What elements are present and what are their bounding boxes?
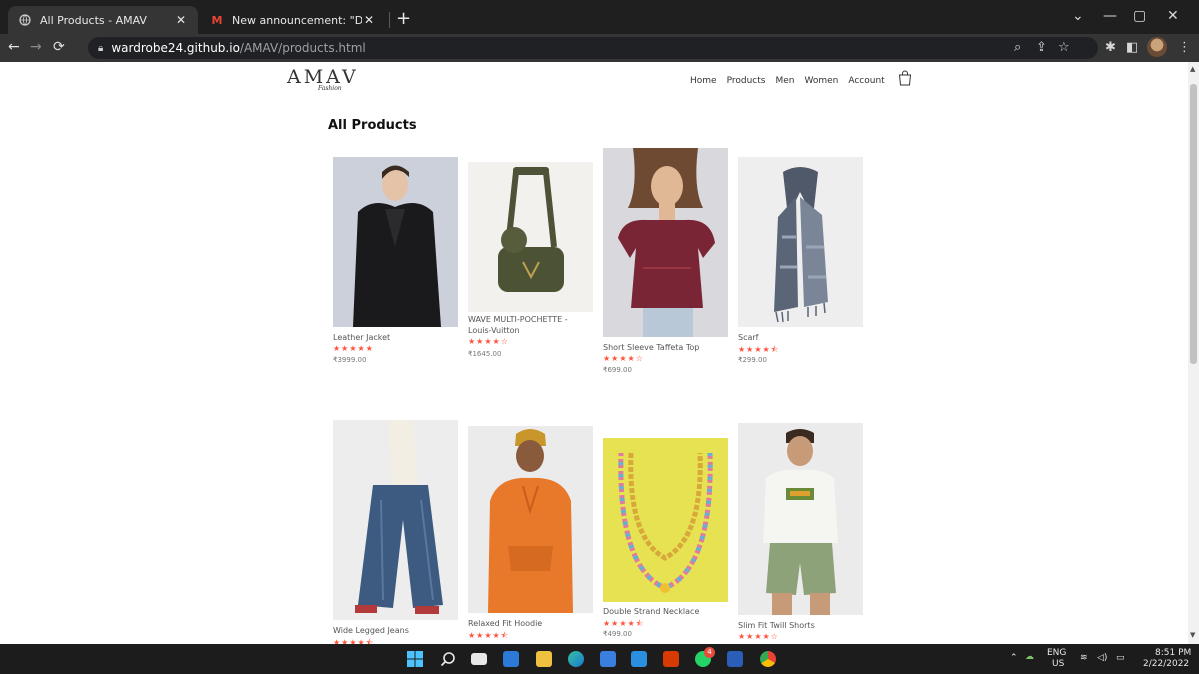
nav-men[interactable]: Men	[775, 76, 794, 86]
site-nav: Home Products Men Women Account	[690, 76, 885, 86]
product-name[interactable]: Wide Legged Jeans	[333, 625, 409, 636]
cloud-icon[interactable]: ☁	[1025, 653, 1034, 662]
site-logo-subtitle: Fashion	[318, 85, 342, 92]
clock-time[interactable]: 8:51 PM	[1155, 649, 1191, 658]
nav-products[interactable]: Products	[727, 76, 766, 86]
address-bar[interactable]: 🔒︎ wardrobe24.github.io/AMAV/products.ht…	[88, 37, 1098, 59]
wifi-icon[interactable]: ≋	[1080, 654, 1088, 663]
profile-avatar[interactable]	[1147, 37, 1167, 57]
language-code[interactable]: ENG	[1047, 649, 1066, 658]
product-name-line2[interactable]: Louis-Vuitton	[468, 325, 520, 336]
windows-start-icon[interactable]	[407, 651, 423, 667]
product-name[interactable]: Slim Fit Twill Shorts	[738, 620, 815, 631]
whatsapp-badge: 4	[704, 647, 715, 658]
product-image[interactable]	[738, 423, 863, 615]
file-explorer-icon[interactable]	[536, 651, 552, 667]
close-window-button[interactable]: ✕	[1167, 8, 1179, 24]
bookmark-star-icon[interactable]: ☆	[1058, 40, 1070, 55]
product-name[interactable]: Leather Jacket	[333, 332, 390, 343]
product-image[interactable]	[738, 157, 863, 327]
mail-icon[interactable]	[631, 651, 647, 667]
rating-stars: ★★★★☆	[738, 632, 779, 641]
rating-stars: ★★★★☆	[468, 337, 509, 346]
product-price: ₹699.00	[603, 366, 632, 374]
new-tab-button[interactable]: +	[396, 8, 411, 29]
tray-chevron-icon[interactable]: ⌃	[1010, 654, 1018, 663]
clock-date[interactable]: 2/22/2022	[1143, 660, 1189, 669]
back-arrow-icon[interactable]: ←	[8, 39, 20, 55]
product-image[interactable]	[333, 157, 458, 327]
url-path: /AMAV/products.html	[239, 41, 366, 55]
product-image[interactable]	[468, 426, 593, 613]
scroll-down-arrow-icon[interactable]: ▼	[1190, 631, 1195, 639]
lock-icon: 🔒︎	[98, 42, 104, 54]
page-title: All Products	[328, 118, 417, 133]
scroll-up-arrow-icon[interactable]: ▲	[1190, 65, 1195, 73]
volume-icon[interactable]: ◁)	[1097, 654, 1107, 663]
widgets-icon[interactable]	[503, 651, 519, 667]
globe-icon	[18, 13, 32, 27]
product-name[interactable]: Scarf	[738, 332, 758, 343]
product-price: ₹1645.00	[468, 350, 502, 358]
close-tab-icon[interactable]: ✕	[362, 13, 376, 27]
url-host: wardrobe24.github.io	[111, 41, 240, 55]
product-name[interactable]: Short Sleeve Taffeta Top	[603, 342, 699, 353]
product-price: ₹499.00	[603, 630, 632, 638]
region-code[interactable]: US	[1052, 660, 1064, 669]
menu-kebab-icon[interactable]: ⋮	[1178, 40, 1191, 55]
product-price: ₹3999.00	[333, 356, 367, 364]
product-image[interactable]	[468, 162, 593, 312]
tab-all-products[interactable]: All Products - AMAV ✕	[8, 6, 198, 34]
nav-account[interactable]: Account	[848, 76, 884, 86]
microsoft-store-icon[interactable]	[600, 651, 616, 667]
share-icon[interactable]: ⇪	[1036, 40, 1047, 55]
edge-browser-icon[interactable]	[568, 651, 584, 667]
close-tab-icon[interactable]: ✕	[174, 13, 188, 27]
zoom-icon[interactable]: ⌕	[1014, 40, 1021, 55]
tab-title: All Products - AMAV	[40, 13, 147, 27]
product-name[interactable]: Double Strand Necklace	[603, 606, 699, 617]
nav-home[interactable]: Home	[690, 76, 717, 86]
tab-separator	[389, 12, 390, 28]
shopping-bag-icon[interactable]	[898, 70, 912, 86]
extensions-puzzle-icon[interactable]: ✱	[1105, 40, 1116, 55]
tab-gmail-announcement[interactable]: M New announcement: "Dear stude ✕	[200, 6, 386, 34]
rating-stars: ★★★★☆	[603, 354, 644, 363]
scrollbar-thumb[interactable]	[1190, 84, 1197, 364]
product-price: ₹299.00	[738, 356, 767, 364]
office-icon[interactable]	[663, 651, 679, 667]
browser-toolbar: ← → ⟳ 🔒︎ wardrobe24.github.io/AMAV/produ…	[0, 34, 1199, 62]
maximize-button[interactable]: ▢	[1133, 8, 1146, 24]
search-icon[interactable]	[440, 651, 456, 667]
product-name[interactable]: WAVE MULTI-POCHETTE -	[468, 314, 568, 325]
battery-icon[interactable]: ▭	[1116, 654, 1125, 663]
rating-stars: ★★★★★	[333, 344, 374, 353]
forward-arrow-icon[interactable]: →	[30, 39, 42, 55]
browser-tab-strip: All Products - AMAV ✕ M New announcement…	[0, 0, 1199, 34]
side-panel-icon[interactable]: ◧	[1126, 40, 1138, 55]
rating-stars: ★★★★⯪	[468, 631, 510, 640]
task-view-icon[interactable]	[471, 653, 487, 665]
product-name[interactable]: Relaxed Fit Hoodie	[468, 618, 542, 629]
page-viewport: AMAV Fashion Home Products Men Women Acc…	[0, 62, 1188, 644]
page-scrollbar[interactable]: ▲ ▼	[1188, 62, 1199, 644]
nav-women[interactable]: Women	[804, 76, 838, 86]
chrome-icon[interactable]	[760, 651, 776, 667]
tab-title: New announcement: "Dear stude	[232, 13, 362, 27]
reload-icon[interactable]: ⟳	[53, 39, 65, 55]
gmail-icon: M	[211, 13, 223, 27]
product-image[interactable]	[333, 420, 458, 620]
product-image[interactable]	[603, 148, 728, 337]
minimize-button[interactable]: —	[1103, 8, 1117, 24]
windows-taskbar: 4 ⌃ ☁ ENG US ≋ ◁) ▭ 8:51 PM 2/22/2022	[0, 644, 1199, 674]
word-icon[interactable]	[727, 651, 743, 667]
tab-search-icon[interactable]: ⌄	[1072, 8, 1084, 24]
product-image[interactable]	[603, 438, 728, 602]
rating-stars: ★★★★⯪	[333, 638, 375, 644]
